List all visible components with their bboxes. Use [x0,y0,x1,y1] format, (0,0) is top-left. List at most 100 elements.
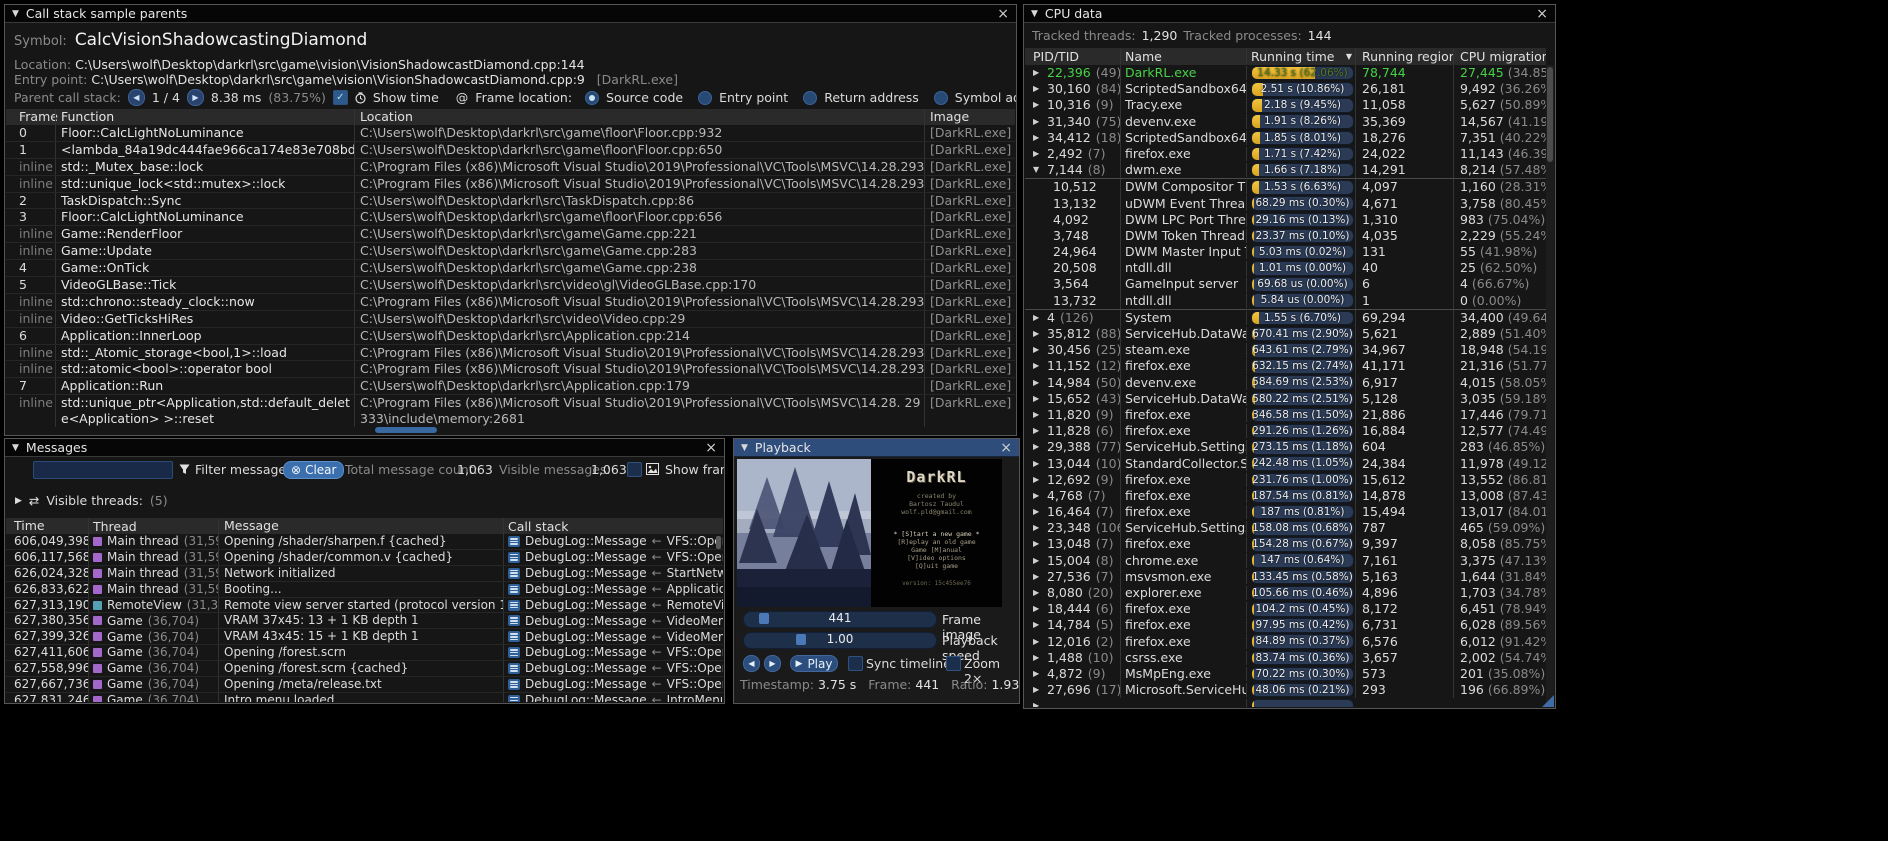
pid-cell[interactable]: ▶29,388(77) [1025,439,1120,455]
callstack-list-icon[interactable] [508,647,520,658]
expand-arrow-icon[interactable]: ▶ [15,496,22,506]
callstack-cell[interactable]: DebugLog::Message←VFS::Open [503,661,723,676]
pid-cell[interactable]: ▶34,412(18) [1025,130,1120,146]
location-cell[interactable]: C:\Users\wolf\Desktop\darkrl\src\game\fl… [354,142,924,158]
cpu-process-row[interactable]: ▶2,492(7)firefox.exe1.71 s (7.42%)24,022… [1025,146,1546,162]
radio-source-code-label[interactable]: Source code [606,90,683,105]
expand-arrow-icon[interactable]: ▶ [1033,342,1042,358]
callstack-list-icon[interactable] [508,615,520,626]
cpu-process-row[interactable]: ▶11,828(6)firefox.exe291.26 ms (1.26%)16… [1025,423,1546,439]
message-row[interactable]: 626,024,328nsMain thread(31,596)Network … [6,566,723,582]
function-cell[interactable]: <lambda_84a19dc444fae966ca174e83e708bdca… [55,142,354,158]
callstack-table-row[interactable]: inlinestd::_Atomic_storage<bool,1>::load… [6,345,1015,362]
callstack-cell[interactable]: DebugLog::Message←VFS::Open [503,550,723,565]
location-cell[interactable]: C:\Users\wolf\Desktop\darkrl\src\game\fl… [354,125,924,141]
cpu-process-row[interactable]: ▶15,004(8)chrome.exe147 ms (0.64%)7,1613… [1025,553,1546,569]
column-header-image[interactable]: Image [924,109,1015,125]
callstack-table-row[interactable]: 5VideoGLBase::TickC:\Users\wolf\Desktop\… [6,277,1015,294]
prev-frame-button[interactable]: ◀ [743,655,760,672]
zoom-2x-checkbox[interactable] [946,656,961,671]
message-row[interactable]: 627,558,996nsGame(36,704)Opening /forest… [6,661,723,677]
cpu-process-row[interactable]: ▶1,488(10)csrss.exe83.74 ms (0.36%)3,657… [1025,650,1546,666]
callstack-table-row[interactable]: 0Floor::CalcLightNoLuminanceC:\Users\wol… [6,125,1015,142]
location-cell[interactable]: C:\Users\wolf\Desktop\darkrl\src\game\fl… [354,209,924,225]
pid-cell[interactable]: 4,092 [1025,212,1120,228]
collapse-triangle-icon[interactable]: ▼ [1031,9,1038,19]
cpu-panel-titlebar[interactable]: ▼ CPU data × [1024,5,1555,23]
pid-cell[interactable]: 24,964 [1025,244,1120,260]
callstack-list-icon[interactable] [508,663,520,674]
callstack-table-row[interactable]: 1<lambda_84a19dc444fae966ca174e83e708bdc… [6,142,1015,159]
pid-cell[interactable]: ▶1,488(10) [1025,650,1120,666]
pid-cell[interactable]: ▶14,984(50) [1025,375,1120,391]
callstack-list-icon[interactable] [508,695,520,702]
callstack-from[interactable]: DebugLog::Message [525,614,647,629]
cpu-process-row[interactable]: ▼7,144(8)dwm.exe1.66 s (7.18%)14,2918,21… [1025,162,1546,178]
cpu-process-row[interactable]: ▶27,696(17)Microsoft.ServiceHub.Co48.06 … [1025,682,1546,698]
pid-cell[interactable]: ▶13,044(10) [1025,456,1120,472]
callstack-to[interactable]: Application: [667,582,723,597]
panel-resize-grip[interactable] [1542,695,1554,707]
radio-symbol-address-label[interactable]: Symbol address [955,90,1017,105]
pid-cell[interactable]: 3,748 [1025,228,1120,244]
pid-cell[interactable]: ▶8,080(20) [1025,585,1120,601]
cpu-process-row[interactable]: ▶30,456(25)steam.exe643.61 ms (2.79%)34,… [1025,342,1546,358]
callstack-cell[interactable]: DebugLog::Message←Application: [503,582,723,597]
column-header-message[interactable]: Message [218,518,503,534]
show-time-label[interactable]: Show time [373,90,439,105]
cpu-process-row[interactable]: ▶10,316(9)Tracy.exe2.18 s (9.45%)11,0585… [1025,97,1546,113]
expand-arrow-icon[interactable]: ▶ [1033,472,1042,488]
playback-panel-titlebar[interactable]: ▼ Playback × [734,439,1019,457]
cpu-process-row[interactable]: ▶8,080(20)explorer.exe105.66 ms (0.46%)4… [1025,585,1546,601]
callstack-list-icon[interactable] [508,568,520,579]
expand-arrow-icon[interactable]: ▶ [1033,81,1042,97]
cpu-process-row[interactable]: ▶12,692(9)firefox.exe231.76 ms (1.00%)15… [1025,472,1546,488]
cpu-process-row[interactable]: ▶4,768(7)firefox.exe187.54 ms (0.81%)14,… [1025,488,1546,504]
pid-cell[interactable]: ▶18,444(6) [1025,601,1120,617]
entry-point-path[interactable]: C:\Users\wolf\Desktop\darkrl\src\game\vi… [91,72,585,87]
callstack-list-icon[interactable] [508,584,520,595]
horizontal-scrollbar-thumb[interactable] [375,427,437,433]
radio-entry-point[interactable] [698,91,712,105]
callstack-table-row[interactable]: 6Application::InnerLoopC:\Users\wolf\Des… [6,328,1015,345]
callstack-cell[interactable]: DebugLog::Message←VideoMemo [503,629,723,644]
callstack-panel-titlebar[interactable]: ▼ Call stack sample parents × [5,5,1016,23]
collapse-triangle-icon[interactable]: ▼ [12,443,19,453]
pid-cell[interactable]: ▶10,316(9) [1025,97,1120,113]
message-row[interactable]: 627,411,606nsGame(36,704)Opening /forest… [6,645,723,661]
function-cell[interactable]: Floor::CalcLightNoLuminance [55,125,354,141]
pid-cell[interactable]: 13,132 [1025,196,1120,212]
callstack-to[interactable]: VFS::Open [667,550,723,565]
cpu-process-row[interactable]: ▶4(126)System1.55 s (6.70%)69,29434,400 … [1025,309,1546,326]
radio-symbol-address[interactable] [934,91,948,105]
pid-cell[interactable]: ▶2,492(7) [1025,146,1120,162]
function-cell[interactable]: std::atomic<bool>::operator bool [55,361,354,377]
column-header-callstack[interactable]: Call stack [503,518,723,534]
cpu-process-row[interactable]: ▶14,984(50)devenv.exe584.69 ms (2.53%)6,… [1025,375,1546,391]
callstack-table-row[interactable]: inlinestd::unique_ptr<Application,std::d… [6,395,1015,427]
expand-arrow-icon[interactable]: ▶ [1033,375,1042,391]
expand-arrow-icon[interactable]: ▶ [1033,97,1042,113]
expand-arrow-icon[interactable]: ▶ [1033,666,1042,682]
close-icon[interactable]: × [997,7,1009,21]
pid-cell[interactable]: ▶12,016(2) [1025,634,1120,650]
pid-cell[interactable]: ▶22,396(49) [1025,65,1120,81]
cpu-process-row[interactable]: ▶13,048(7)firefox.exe154.28 ms (0.67%)9,… [1025,536,1546,552]
callstack-from[interactable]: DebugLog::Message [525,550,647,565]
expand-arrow-icon[interactable]: ▶ [1033,698,1042,707]
callstack-list-icon[interactable] [508,536,520,547]
location-cell[interactable]: C:\Program Files (x86)\Microsoft Visual … [354,159,924,175]
callstack-table-row[interactable]: inlineGame::RenderFloorC:\Users\wolf\Des… [6,226,1015,243]
expand-arrow-icon[interactable]: ▶ [1033,130,1042,146]
callstack-table-row[interactable]: inlinestd::atomic<bool>::operator boolC:… [6,361,1015,378]
pid-cell[interactable]: ▶27,536(7) [1025,569,1120,585]
location-cell[interactable]: C:\Users\wolf\Desktop\darkrl\src\game\Ga… [354,260,924,276]
pid-cell[interactable]: ▶11,152(12) [1025,358,1120,374]
expand-arrow-icon[interactable]: ▶ [1033,65,1042,81]
pid-cell[interactable]: ▶30,160(84) [1025,81,1120,97]
expand-arrow-icon[interactable]: ▶ [1033,423,1042,439]
pid-cell[interactable]: ▼7,144(8) [1025,162,1120,178]
location-cell[interactable]: C:\Program Files (x86)\Microsoft Visual … [354,345,924,361]
cpu-process-row[interactable]: ▶29,388(77)ServiceHub.SettingsHost273.15… [1025,439,1546,455]
sync-timeline-label[interactable]: Sync timeline [866,656,951,671]
